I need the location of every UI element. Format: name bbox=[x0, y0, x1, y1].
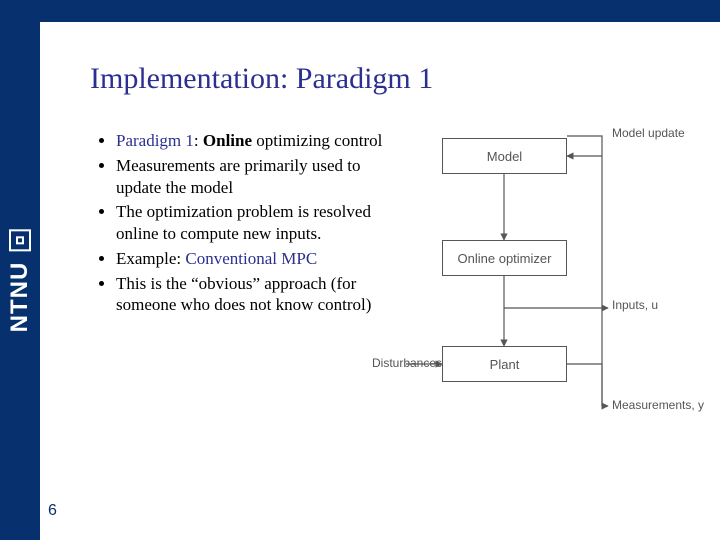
bullet4-highlight: Conventional MPC bbox=[185, 249, 317, 268]
diagram-arrows bbox=[402, 130, 700, 430]
bullet1-rest: optimizing control bbox=[252, 131, 382, 150]
bullet1-highlight: Paradigm 1 bbox=[116, 131, 194, 150]
bullet1-sep: : bbox=[194, 131, 203, 150]
slide-title: Implementation: Paradigm 1 bbox=[90, 62, 700, 96]
brand-lockup: NTNU bbox=[6, 230, 34, 333]
bullet-item-2: Measurements are primarily used to updat… bbox=[116, 155, 396, 199]
body-row: Paradigm 1: Online optimizing control Me… bbox=[90, 130, 700, 430]
content-area: Implementation: Paradigm 1 Paradigm 1: O… bbox=[40, 22, 720, 540]
bullet-item-5: This is the “obvious” approach (for some… bbox=[116, 273, 396, 317]
brand-logo-inner-icon bbox=[16, 237, 24, 245]
bullet4-pre: Example: bbox=[116, 249, 185, 268]
brand-logo-icon bbox=[9, 230, 31, 252]
page-number: 6 bbox=[48, 502, 57, 520]
feedback-vertical bbox=[567, 136, 602, 406]
slide: NTNU Implementation: Paradigm 1 Paradigm… bbox=[0, 0, 720, 540]
bullet1-bold: Online bbox=[203, 131, 252, 150]
bullet-item-4: Example: Conventional MPC bbox=[116, 248, 396, 270]
brand-name: NTNU bbox=[6, 262, 34, 333]
bullet-item-3: The optimization problem is resolved onl… bbox=[116, 201, 396, 245]
diagram: Model Online optimizer Plant Model updat… bbox=[402, 130, 700, 430]
bullet-item-1: Paradigm 1: Online optimizing control bbox=[116, 130, 396, 152]
sidebar-brand: NTNU bbox=[0, 22, 40, 540]
bullet-list: Paradigm 1: Online optimizing control Me… bbox=[90, 130, 396, 319]
